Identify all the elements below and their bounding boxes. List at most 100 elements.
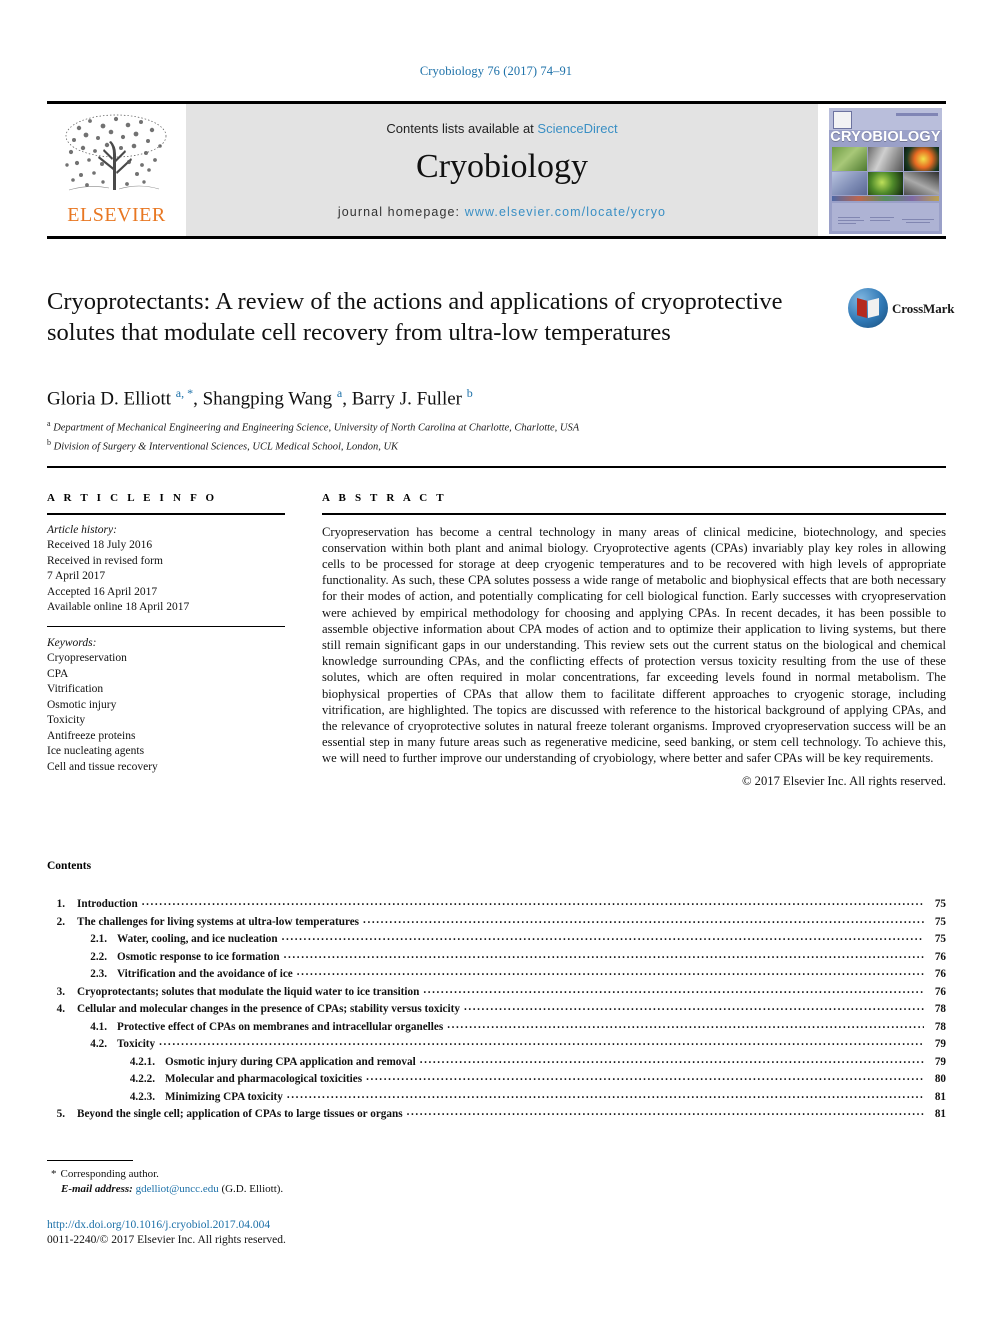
doi-link[interactable]: http://dx.doi.org/10.1016/j.cryobiol.201…: [47, 1218, 547, 1233]
doi-block: http://dx.doi.org/10.1016/j.cryobiol.201…: [47, 1218, 547, 1248]
keyword-item: Vitrification: [47, 683, 104, 696]
keyword-item: Cell and tissue recovery: [47, 760, 158, 773]
keywords-label: Keywords:: [47, 636, 97, 649]
masthead-bottom-rule: [47, 236, 946, 239]
toc-entry-number: 4.2.1.: [129, 1055, 155, 1068]
toc-entry-number: 5.: [56, 1108, 65, 1120]
email-label: E-mail address:: [61, 1182, 133, 1195]
page-title: Cryoprotectants: A review of the actions…: [47, 288, 783, 346]
affiliation-item: b Division of Surgery & Interventional S…: [47, 436, 927, 455]
toc-leader-dots: ........................................…: [281, 931, 924, 943]
toc-entry-number: 4.2.2.: [129, 1073, 155, 1085]
cover-footer-area: [832, 203, 939, 231]
corresponding-author-line: * Corresponding author.: [47, 1167, 477, 1182]
sciencedirect-link[interactable]: ScienceDirect: [537, 121, 617, 136]
toc-entry-label: Beyond the single cell; application of C…: [77, 1108, 403, 1120]
homepage-prefix-text: journal homepage:: [337, 205, 465, 219]
toc-entry-page: 76: [934, 985, 946, 998]
cover-image-4: [832, 171, 867, 195]
table-of-contents: Contents 1. Introduction.................…: [47, 860, 946, 1124]
corresponding-author-footnote: * Corresponding author. E-mail address: g…: [47, 1160, 477, 1196]
running-head: Cryobiology 76 (2017) 74–91: [419, 64, 573, 78]
toc-entry-number: 4.1.: [90, 1020, 107, 1033]
article-history-line: Received in revised form: [47, 554, 163, 567]
toc-entry-number: 4.2.: [90, 1038, 107, 1050]
toc-entry-number: 1.: [56, 898, 65, 910]
toc-entry-label: Minimizing CPA toxicity: [165, 1090, 283, 1103]
toc-entry-page: 81: [934, 1108, 946, 1120]
footnote-rule: [47, 1160, 133, 1162]
toc-entry-page: 81: [934, 1090, 946, 1103]
keyword-item: Cryopreservation: [47, 652, 127, 665]
toc-leader-dots: ........................................…: [419, 1053, 924, 1066]
cover-issue-line: [896, 113, 938, 116]
keywords-divider-rule: [47, 625, 285, 627]
toc-entry-label: Vitrification and the avoidance of ice: [117, 968, 293, 980]
elsevier-wordmark: ELSEVIER: [67, 204, 166, 226]
article-info-heading: A R T I C L E I N F O: [47, 492, 218, 504]
affiliation-text-b: Division of Surgery & Interventional Sci…: [53, 441, 399, 452]
toc-leader-dots: ........................................…: [366, 1071, 924, 1083]
cover-elsevier-mark-icon: [833, 111, 852, 129]
article-history-line: Received 18 July 2016: [47, 539, 153, 552]
keyword-item: Ice nucleating agents: [47, 745, 145, 758]
abstract-heading: A B S T R A C T: [322, 492, 447, 504]
cover-image-6: [904, 171, 939, 195]
toc-leader-dots: ........................................…: [463, 1001, 924, 1013]
toc-entry-number: 2.2.: [90, 950, 107, 963]
cover-image-3: [904, 147, 939, 171]
elsevier-tree-icon: [65, 114, 167, 191]
cover-image-grid: [832, 147, 939, 195]
toc-entry-number: 4.2.3.: [129, 1090, 155, 1103]
crossmark-badge[interactable]: CrossMark: [848, 288, 955, 334]
keyword-item: CPA: [47, 667, 69, 680]
email-link[interactable]: gdelliot@uncc.edu: [136, 1183, 219, 1195]
toc-entry-page: 75: [934, 915, 946, 928]
toc-entry-number: 2.3.: [90, 968, 107, 980]
toc-leader-dots: ........................................…: [141, 896, 924, 908]
contents-available-line: Contents lists available at ScienceDirec…: [186, 121, 818, 136]
journal-homepage-link[interactable]: www.elsevier.com/locate/ycryo: [465, 205, 666, 219]
article-history-line: Accepted 16 April 2017: [47, 585, 158, 598]
toc-entry-label: Cryoprotectants; solutes that modulate t…: [77, 985, 420, 998]
toc-entry[interactable]: 5. Beyond the single cell; application of…: [47, 1106, 946, 1124]
keywords-list: Keywords: Cryopreservation CPA Vitrifica…: [47, 636, 285, 776]
affiliation-text-a: Department of Mechanical Engineering and…: [53, 422, 580, 434]
journal-name: Cryobiology: [416, 148, 588, 185]
article-info-rule: [47, 513, 285, 515]
journal-masthead: ELSEVIER Contents lists available at Sci…: [47, 101, 946, 239]
elsevier-logo: ELSEVIER: [47, 106, 186, 236]
contents-prefix-text: Contents lists available at: [386, 121, 538, 136]
journal-cover-thumbnail: CRYOBIOLOGY: [825, 106, 946, 236]
affiliation-marker-a: a: [47, 419, 51, 428]
toc-entry-number: 4.: [56, 1003, 65, 1015]
author-list: Gloria D. Elliott a, *, Shangping Wang a…: [47, 386, 473, 410]
toc-entry-label: Water, cooling, and ice nucleation: [117, 933, 278, 945]
contents-heading: Contents: [47, 860, 92, 872]
toc-entry-label: Toxicity: [117, 1038, 156, 1050]
toc-entry-page: 78: [934, 1003, 946, 1015]
toc-entry-number: 3.: [56, 985, 65, 998]
toc-entry-number: 2.1.: [90, 933, 107, 945]
keyword-item: Antifreeze proteins: [47, 729, 136, 742]
corresponding-author-marker: *: [51, 1168, 57, 1181]
toc-entry-label: Cellular and molecular changes in the pr…: [77, 1003, 460, 1015]
toc-entry-page: 75: [934, 933, 946, 945]
crossmark-book-right-icon: [868, 298, 879, 318]
cover-color-strip: [832, 196, 939, 201]
email-line: E-mail address: gdelliot@uncc.edu (G.D. …: [47, 1182, 477, 1197]
toc-entry-page: 76: [934, 950, 946, 963]
cover-image-5: [868, 171, 903, 195]
article-title-block: Cryoprotectants: A review of the actions…: [47, 286, 837, 348]
toc-entry-label: Osmotic response to ice formation: [117, 950, 280, 963]
toc-leader-dots: ........................................…: [363, 913, 924, 926]
email-suffix: (G.D. Elliott).: [221, 1182, 284, 1195]
affiliation-list: a Department of Mechanical Engineering a…: [47, 417, 927, 454]
toc-leader-dots: ........................................…: [283, 948, 924, 961]
abstract-text: Cryopreservation has become a central te…: [322, 524, 946, 766]
toc-leader-dots: ........................................…: [423, 983, 924, 996]
toc-leader-dots: ........................................…: [159, 1036, 924, 1048]
abstract-copyright: © 2017 Elsevier Inc. All rights reserved…: [741, 773, 946, 788]
toc-list: 1. Introduction..........................…: [47, 896, 946, 1124]
toc-leader-dots: ........................................…: [286, 1088, 924, 1101]
